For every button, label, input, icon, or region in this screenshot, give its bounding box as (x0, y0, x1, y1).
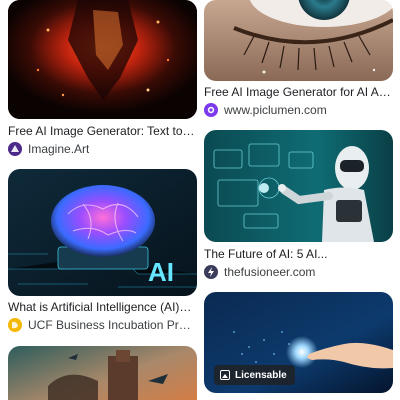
licensable-badge[interactable]: Licensable (214, 365, 295, 385)
result-image-ai-brain-chip[interactable]: AI (8, 169, 197, 296)
image-license-icon (220, 370, 230, 380)
result-image-robot-touchscreen[interactable] (204, 130, 393, 242)
result-source-label: thefusioneer.com (224, 265, 316, 279)
result-source-label: www.piclumen.com (224, 103, 327, 117)
ai-overlay-text: AI (148, 257, 174, 287)
imagine-art-favicon-icon (8, 142, 22, 156)
result-image-fire-figure[interactable] (8, 0, 197, 119)
result-image-fantasy-castle[interactable] (8, 346, 197, 400)
result-source[interactable]: UCF Business Incubation Program (8, 316, 197, 334)
result-source[interactable]: Imagine.Art (8, 140, 197, 158)
image-results-grid: Free AI Image Generator: Text to Image O… (0, 0, 400, 400)
thefusioneer-favicon-icon (204, 265, 218, 279)
result-source[interactable]: www.piclumen.com (204, 101, 393, 119)
result-source-label: Imagine.Art (28, 142, 90, 156)
result-image-digital-hand[interactable]: Licensable (204, 292, 393, 393)
result-title[interactable]: What is Artificial Intelligence (AI)? ..… (8, 299, 197, 315)
result-source[interactable]: thefusioneer.com (204, 263, 393, 281)
ucf-favicon-icon (8, 318, 22, 332)
result-title[interactable]: The Future of AI: 5 AI... (204, 246, 393, 262)
licensable-label: Licensable (235, 369, 287, 381)
result-title[interactable]: Free AI Image Generator: Text to Image O… (8, 123, 197, 139)
result-title[interactable]: Free AI Image Generator for AI Art Creat… (204, 84, 393, 100)
piclumen-favicon-icon (204, 103, 218, 117)
result-source-label: UCF Business Incubation Program (28, 318, 197, 332)
result-image-eye-closeup[interactable] (204, 0, 393, 81)
